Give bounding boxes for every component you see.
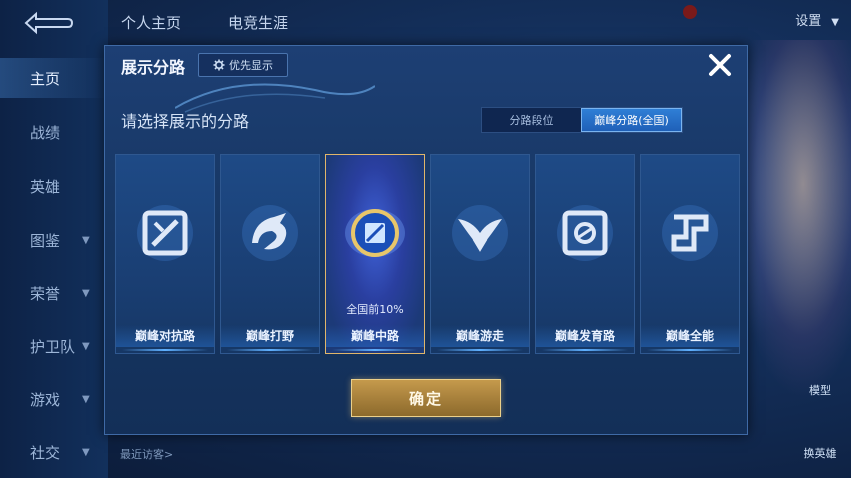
sidebar-item[interactable]: 图鉴 ▼ xyxy=(0,220,108,260)
tab-esports-career[interactable]: 电竞生涯 xyxy=(228,12,288,33)
tab-personal-home[interactable]: 个人主页 xyxy=(121,12,181,33)
mid-lane-icon xyxy=(345,203,405,263)
lane-card[interactable]: 巅峰游走 xyxy=(430,154,530,354)
gear-icon xyxy=(213,59,225,71)
back-icon[interactable] xyxy=(22,10,74,36)
segment-lane-rank[interactable]: 分路段位 xyxy=(482,108,581,132)
chevron-down-icon: ▼ xyxy=(82,446,90,458)
sidebar-item-label: 主页 xyxy=(30,69,61,88)
close-icon xyxy=(709,54,731,76)
sidebar-item[interactable]: 荣誉 ▼ xyxy=(0,273,108,313)
close-button[interactable] xyxy=(705,50,735,80)
sidebar-item[interactable]: 护卫队 ▼ xyxy=(0,326,108,366)
lane-card-label: 巅峰游走 xyxy=(431,325,529,351)
sidebar-item-label: 荣誉 xyxy=(30,284,61,303)
lane-card[interactable]: 巅峰打野 xyxy=(220,154,320,354)
lane-card[interactable]: 巅峰全能 xyxy=(640,154,740,354)
lane-card[interactable]: 全国前10% 巅峰中路 xyxy=(325,154,425,354)
sidebar-item-label: 社交 xyxy=(30,443,61,462)
change-hero-button[interactable]: 换英雄 xyxy=(797,445,843,461)
chevron-down-icon: ▼ xyxy=(82,340,90,352)
clash-lane-icon xyxy=(135,203,195,263)
all-round-icon xyxy=(660,203,720,263)
chevron-down-icon: ▼ xyxy=(82,234,90,246)
priority-label: 优先显示 xyxy=(229,59,273,72)
segment-peak-lane-national[interactable]: 巅峰分路(全国) xyxy=(581,108,682,132)
sidebar-item-label: 图鉴 xyxy=(30,231,61,250)
sidebar-item-label: 护卫队 xyxy=(30,337,76,356)
sidebar-item[interactable]: 社交 ▼ xyxy=(0,432,108,472)
lane-card-list: 巅峰对抗路 巅峰打野 全国前10% 巅峰中路 巅峰游走 巅峰发育路 巅峰全能 xyxy=(115,154,740,354)
confirm-button[interactable]: 确定 xyxy=(351,379,501,417)
model-button[interactable]: 模型 xyxy=(797,382,843,398)
sidebar-item[interactable]: 游戏 ▼ xyxy=(0,379,108,419)
sidebar-item-label: 英雄 xyxy=(30,177,61,196)
lane-card[interactable]: 巅峰发育路 xyxy=(535,154,635,354)
sidebar-item[interactable]: 英雄 xyxy=(0,166,108,206)
lane-display-dialog: 展示分路 优先显示 请选择展示的分路 分路段位 巅峰分路(全国) 巅峰对抗路 巅峰… xyxy=(104,45,748,435)
dialog-title: 展示分路 xyxy=(121,58,186,77)
chevron-down-icon: ▼ xyxy=(831,17,839,28)
lane-card-label: 巅峰打野 xyxy=(221,325,319,351)
dialog-subtitle: 请选择展示的分路 xyxy=(121,112,250,131)
lane-card-label: 巅峰发育路 xyxy=(536,325,634,351)
lane-rank-text: 全国前10% xyxy=(346,303,404,316)
sidebar-item-label: 战绩 xyxy=(30,123,61,142)
roam-wings-icon xyxy=(450,203,510,263)
settings-label: 设置 xyxy=(795,14,822,29)
recent-visitors-link[interactable]: 最近访客> xyxy=(120,446,173,462)
chevron-down-icon: ▼ xyxy=(82,393,90,405)
lane-card-label: 巅峰对抗路 xyxy=(116,325,214,351)
settings-button[interactable]: 设置 ▼ xyxy=(795,10,839,29)
jungle-dragon-icon xyxy=(240,203,300,263)
lane-card[interactable]: 巅峰对抗路 xyxy=(115,154,215,354)
sidebar-item[interactable]: 战绩 xyxy=(0,112,108,152)
sidebar-item[interactable]: 主页 xyxy=(0,58,108,98)
sidebar-item-label: 游戏 xyxy=(30,390,61,409)
vip-badge xyxy=(680,2,760,32)
hero-art xyxy=(731,40,851,400)
priority-display-button[interactable]: 优先显示 xyxy=(198,53,288,77)
chevron-down-icon: ▼ xyxy=(82,287,90,299)
lane-source-toggle: 分路段位 巅峰分路(全国) xyxy=(481,107,683,133)
lane-card-label: 巅峰全能 xyxy=(641,325,739,351)
farm-lane-icon xyxy=(555,203,615,263)
lane-card-label: 巅峰中路 xyxy=(326,325,424,351)
